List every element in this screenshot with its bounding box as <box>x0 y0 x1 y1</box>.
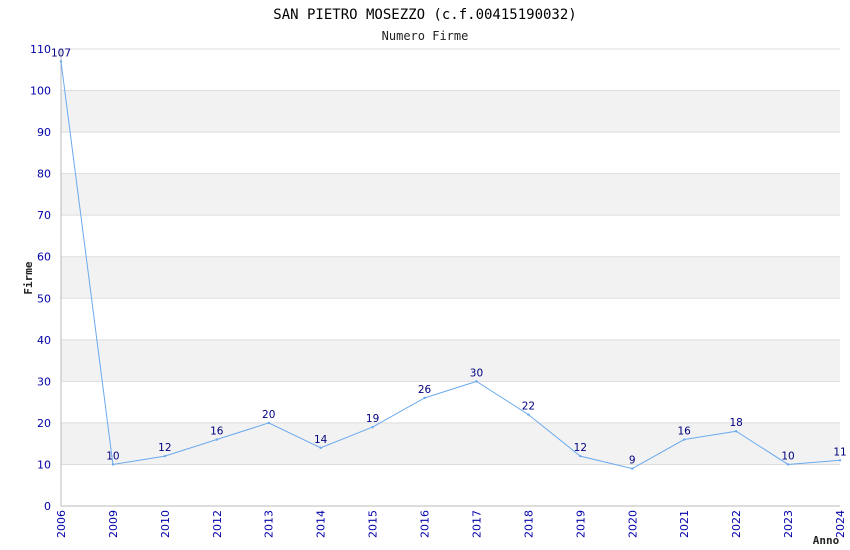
data-point <box>59 60 63 63</box>
data-label: 16 <box>678 426 692 438</box>
y-tick-label: 100 <box>30 85 51 98</box>
data-point <box>786 463 790 466</box>
grid-band <box>61 422 840 465</box>
chart: SAN PIETRO MOSEZZO (c.f.00415190032) Num… <box>22 7 847 547</box>
data-label: 9 <box>629 455 636 467</box>
y-tick-label: 0 <box>44 500 51 513</box>
data-label: 22 <box>522 401 535 413</box>
x-tick-label: 2017 <box>470 510 483 538</box>
data-point <box>267 421 270 425</box>
data-label: 26 <box>418 384 432 396</box>
data-point <box>215 438 218 441</box>
x-tick-label: 2016 <box>419 510 432 538</box>
x-tick-label: 2013 <box>263 510 276 538</box>
y-tick-label: 60 <box>37 251 51 264</box>
data-point <box>734 430 738 433</box>
data-label: 107 <box>51 47 71 59</box>
data-label: 11 <box>833 446 846 458</box>
y-axis-title: Firme <box>22 261 35 294</box>
x-tick-label: 2014 <box>315 510 328 538</box>
data-point <box>423 396 426 400</box>
x-tick-label: 2018 <box>522 510 535 538</box>
data-label: 20 <box>262 409 275 421</box>
x-tick-label: 2006 <box>55 510 68 538</box>
y-tick-label: 90 <box>37 126 51 139</box>
data-point <box>475 380 478 383</box>
x-axis-title: Anno <box>813 534 840 547</box>
data-point <box>579 454 582 458</box>
chart-subtitle: Numero Firme <box>382 29 469 43</box>
grid-band <box>61 256 840 299</box>
data-label: 10 <box>781 450 794 462</box>
grid-band <box>61 90 840 133</box>
data-label: 10 <box>106 450 119 462</box>
x-tick-label: 2023 <box>782 510 795 538</box>
grid-band <box>61 173 840 216</box>
data-point <box>631 467 634 470</box>
data-label: 14 <box>314 434 328 446</box>
data-point <box>371 425 374 429</box>
data-point <box>683 438 686 441</box>
y-tick-label: 30 <box>37 375 51 388</box>
y-tick-label: 80 <box>37 168 51 181</box>
data-point <box>163 454 167 458</box>
data-label: 16 <box>210 426 224 438</box>
data-point <box>838 459 842 462</box>
data-label: 30 <box>470 367 483 379</box>
x-tick-label: 2009 <box>107 510 120 538</box>
x-tick-label: 2021 <box>678 510 691 538</box>
plot-area: 01020304050607080901001102006 2009 2010 201… <box>30 43 847 538</box>
x-tick-label: 2015 <box>367 510 380 538</box>
x-tick-label: 2012 <box>211 510 224 538</box>
grid-band <box>61 339 840 382</box>
y-tick-label: 40 <box>37 334 51 347</box>
y-tick-label: 70 <box>37 209 51 222</box>
data-point <box>319 446 322 450</box>
data-point <box>527 413 530 416</box>
x-tick-label: 2010 <box>159 510 172 538</box>
y-tick-label: 10 <box>37 458 51 471</box>
x-tick-label: 2019 <box>574 510 587 538</box>
data-label: 12 <box>574 442 587 454</box>
x-tick-label: 2020 <box>626 510 639 538</box>
y-tick-label: 110 <box>30 43 51 56</box>
data-label: 12 <box>158 442 171 454</box>
y-tick-label: 50 <box>37 292 51 305</box>
data-label: 18 <box>729 417 742 429</box>
y-tick-label: 20 <box>37 417 51 430</box>
data-label: 19 <box>366 413 379 425</box>
x-tick-label: 2022 <box>730 510 743 538</box>
chart-title: SAN PIETRO MOSEZZO (c.f.00415190032) <box>273 7 576 23</box>
data-point <box>111 463 115 466</box>
